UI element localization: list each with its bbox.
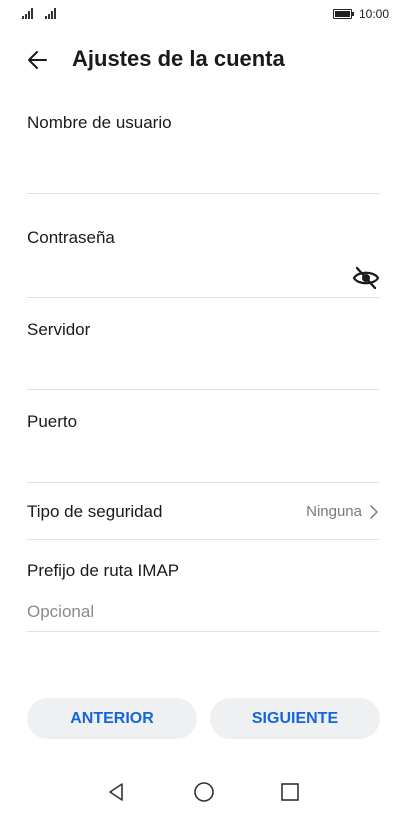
nav-recent-button[interactable] [278,780,302,804]
next-button[interactable]: SIGUIENTE [210,698,380,739]
battery-icon [333,9,352,19]
server-field[interactable]: Servidor [27,320,380,340]
port-label: Puerto [27,412,78,431]
divider [27,631,380,632]
imap-prefix-input[interactable]: Opcional [27,602,380,622]
battery-cap [352,12,354,16]
imap-prefix-label: Prefijo de ruta IMAP [27,561,180,580]
security-type-label: Tipo de seguridad [27,502,163,521]
back-button[interactable] [24,46,54,74]
status-bar: 10:00 [0,0,407,28]
status-time: 10:00 [359,7,390,21]
divider [27,297,380,298]
security-type-row[interactable]: Tipo de seguridad Ninguna [27,492,380,532]
server-label: Servidor [27,320,91,339]
page-title: Ajustes de la cuenta [72,46,285,71]
port-field[interactable]: Puerto [27,412,380,432]
eye-hidden-icon [352,266,380,290]
back-arrow-icon [28,51,47,69]
previous-button[interactable]: ANTERIOR [27,698,197,739]
nav-recent-icon [281,783,299,801]
password-label: Contraseña [27,228,115,247]
toggle-password-visibility[interactable] [352,265,380,291]
nav-back-button[interactable] [104,780,128,804]
signal-icon [22,7,33,19]
divider [27,539,380,540]
nav-back-icon [109,783,123,801]
nav-home-button[interactable] [192,780,216,804]
chevron-right-icon [370,505,378,519]
username-label: Nombre de usuario [27,113,172,132]
username-field[interactable]: Nombre de usuario [27,113,380,133]
divider [27,389,380,390]
divider [27,193,380,194]
security-type-value: Ninguna [306,503,362,520]
system-navigation-bar [0,770,407,816]
app-header: Ajustes de la cuenta [0,40,407,80]
signal-icon-2 [45,7,56,19]
nav-home-icon [194,782,214,802]
imap-prefix-field[interactable]: Prefijo de ruta IMAP Opcional [27,561,380,622]
divider [27,482,380,483]
password-field[interactable]: Contraseña [27,228,380,248]
